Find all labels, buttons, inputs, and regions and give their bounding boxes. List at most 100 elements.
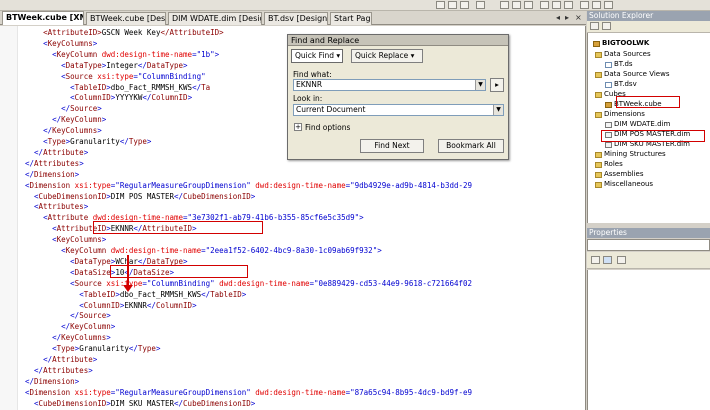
- code-line: <KeyColumns>: [25, 39, 97, 49]
- chevron-down-icon[interactable]: ▼: [493, 105, 503, 115]
- toolbar-button[interactable]: [512, 1, 521, 9]
- solution-item[interactable]: Data Sources: [604, 50, 651, 59]
- toolbar-button[interactable]: [448, 1, 457, 9]
- code-token: 87a65c94-8b95-4dc9-bd9f-e9: [354, 387, 473, 397]
- code-token: ">: [210, 49, 220, 59]
- solution-item[interactable]: Dimensions: [604, 110, 645, 119]
- code-token: <AttributeID>: [43, 28, 102, 37]
- code-token: ColumnID: [155, 300, 193, 310]
- find-next-button[interactable]: Find Next: [360, 139, 424, 153]
- solution-tree: BIGTOOLWK Data Sources BT.ds Data Source V…: [587, 33, 710, 223]
- code-token: CubeDimensionID: [38, 191, 107, 201]
- toolbar-button[interactable]: [552, 1, 561, 9]
- code-token: EKNNR: [124, 300, 147, 310]
- code-token: CubeDimensionID: [38, 398, 107, 408]
- quick-find-button[interactable]: Quick Find ▾: [291, 49, 343, 63]
- toolbar-button[interactable]: [476, 1, 485, 9]
- toolbar-button[interactable]: [540, 1, 549, 9]
- code-token: </: [119, 137, 129, 146]
- code-token: >: [106, 311, 111, 321]
- top-toolbar-strip: [0, 0, 710, 11]
- toolbar-button[interactable]: [524, 1, 533, 9]
- code-token: </: [192, 82, 202, 92]
- toolbar-button[interactable]: [604, 1, 613, 9]
- refresh-icon[interactable]: [602, 22, 611, 30]
- toolbar-button[interactable]: [592, 1, 601, 9]
- code-token: dbo_Fact_RMMSH_KWS: [110, 82, 193, 92]
- code-token: 0e889429-cd53-44e9-9618-c721664f02: [318, 278, 473, 288]
- tab-scroll-left-icon[interactable]: ◂: [556, 13, 560, 22]
- toolbar-button[interactable]: [500, 1, 509, 9]
- code-token: >: [97, 126, 102, 136]
- toolbar-button[interactable]: [564, 1, 573, 9]
- highlight-dim-pos-master: [601, 130, 705, 142]
- code-token: GSCN Week Key: [101, 28, 161, 37]
- code-token: </: [146, 300, 156, 310]
- solution-item[interactable]: BT.dsv: [614, 80, 637, 89]
- code-token: Type: [56, 344, 75, 354]
- solution-item[interactable]: BT.ds: [614, 60, 633, 69]
- code-line: <Dimension xsi:type="RegularMeasureGroup…: [25, 181, 472, 191]
- code-token: ">: [372, 246, 382, 255]
- tab-scroll-right-icon[interactable]: ▸: [565, 13, 569, 22]
- toolbar-button[interactable]: [436, 1, 445, 9]
- tab-dim-wdate-design[interactable]: DIM WDATE.dim [Design]: [168, 12, 262, 25]
- properties-object-select[interactable]: [587, 239, 710, 251]
- solution-item[interactable]: Miscellaneous: [604, 180, 653, 189]
- code-token: Source: [70, 104, 98, 114]
- property-pages-icon[interactable]: [617, 256, 626, 264]
- alphabetical-icon[interactable]: [603, 256, 612, 264]
- code-token: >: [83, 147, 89, 157]
- tab-btweek-cube-xml[interactable]: BTWeek.cube [XML]: [2, 11, 84, 25]
- code-token: KeyColumn: [70, 322, 111, 332]
- expression-builder-button[interactable]: ▸: [490, 78, 504, 92]
- code-token: </: [70, 311, 80, 321]
- solution-item[interactable]: DIM WDATE.dim: [614, 120, 670, 129]
- project-node[interactable]: BIGTOOLWK: [602, 39, 649, 48]
- code-token: >: [101, 235, 107, 245]
- quick-replace-button[interactable]: Quick Replace ▾: [351, 49, 423, 63]
- code-token: DataType: [146, 60, 184, 70]
- toolbar-button[interactable]: [460, 1, 469, 9]
- chevron-down-icon[interactable]: ▼: [475, 80, 485, 90]
- tab-bt-dsv-design[interactable]: BT.dsv [Design]: [264, 12, 328, 25]
- code-line: <KeyColumns>: [25, 235, 106, 245]
- code-token: KeyColumns: [52, 126, 98, 136]
- folder-icon: [595, 52, 602, 58]
- tab-start-page[interactable]: Start Page: [330, 12, 372, 25]
- categorized-icon[interactable]: [591, 256, 600, 264]
- code-token: >: [74, 169, 80, 179]
- expand-plus-icon[interactable]: +: [294, 123, 302, 131]
- bookmark-all-button[interactable]: Bookmark All: [438, 139, 504, 153]
- find-options-label[interactable]: Find options: [305, 123, 350, 132]
- solution-item[interactable]: Roles: [604, 160, 623, 169]
- code-line: </Dimension>: [25, 170, 79, 180]
- properties-toolbar-icon[interactable]: [590, 22, 599, 30]
- solution-item[interactable]: Assemblies: [604, 170, 644, 179]
- code-line: <KeyColumn dwd:design-time-name="1b">: [25, 50, 219, 60]
- solution-item[interactable]: Data Source Views: [604, 70, 669, 79]
- code-token: >: [155, 344, 161, 354]
- look-in-select[interactable]: Current Document ▼: [293, 104, 504, 116]
- toolbar-button[interactable]: [580, 1, 589, 9]
- code-token: xsi:type: [74, 180, 111, 190]
- solution-item[interactable]: Mining Structures: [604, 150, 666, 159]
- annotation-arrow-head: [123, 285, 133, 292]
- tab-btweek-cube-design[interactable]: BTWeek.cube [Design]: [86, 12, 166, 25]
- find-what-input[interactable]: EKNNR ▼: [293, 79, 486, 91]
- code-token: xsi:type: [97, 71, 134, 81]
- code-token: dwd:design-time-name: [219, 278, 310, 288]
- code-line: <CubeDimensionID>DIM POS MASTER</CubeDim…: [25, 192, 255, 202]
- code-token: RegularMeasureGroupDimension: [119, 387, 247, 397]
- code-token: </AttributeID>: [160, 28, 224, 37]
- close-document-icon[interactable]: ×: [575, 13, 582, 22]
- code-token: Dimension: [29, 180, 75, 190]
